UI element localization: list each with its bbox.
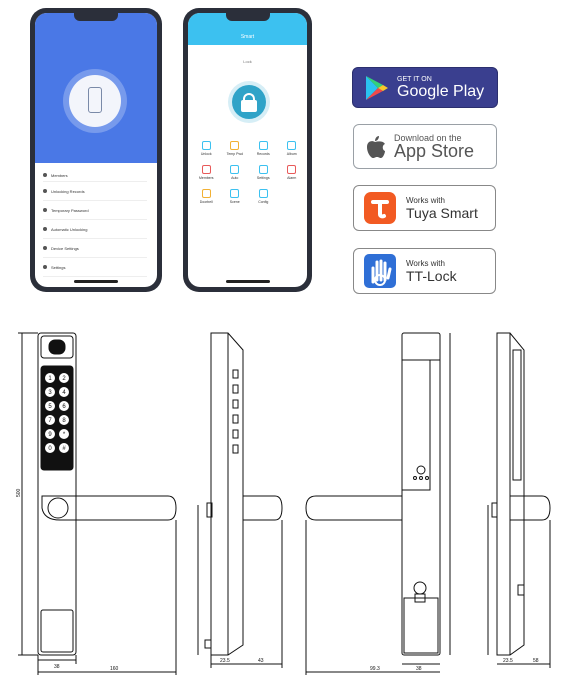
- dim-side-total: 500: [16, 488, 22, 497]
- lock-technical-drawings: 1 23 45 67 89 *0 # 38 160 500 23.5 43 38 99.3 …: [16, 332, 551, 675]
- dim-right-depth: 23.5: [503, 658, 513, 664]
- front-battery-cover: [40, 609, 74, 653]
- dim-side-depth2: 43: [258, 658, 264, 664]
- side-view-right: [487, 332, 551, 668]
- dim-rear-lower: 99.3: [370, 666, 380, 672]
- phone-notch: [225, 13, 270, 21]
- dim-side-depth1: 23.5: [220, 658, 230, 664]
- front-handle: [41, 495, 177, 521]
- side-view-left: [197, 332, 283, 668]
- rear-view: [305, 332, 451, 675]
- phone-notch: [74, 13, 118, 21]
- dim-front-width: 38: [54, 664, 60, 670]
- dim-rear-width: 38: [416, 666, 422, 672]
- dim-front-handle: 160: [110, 666, 119, 672]
- dim-right-depth2: 58: [533, 658, 539, 664]
- front-view: [18, 332, 177, 675]
